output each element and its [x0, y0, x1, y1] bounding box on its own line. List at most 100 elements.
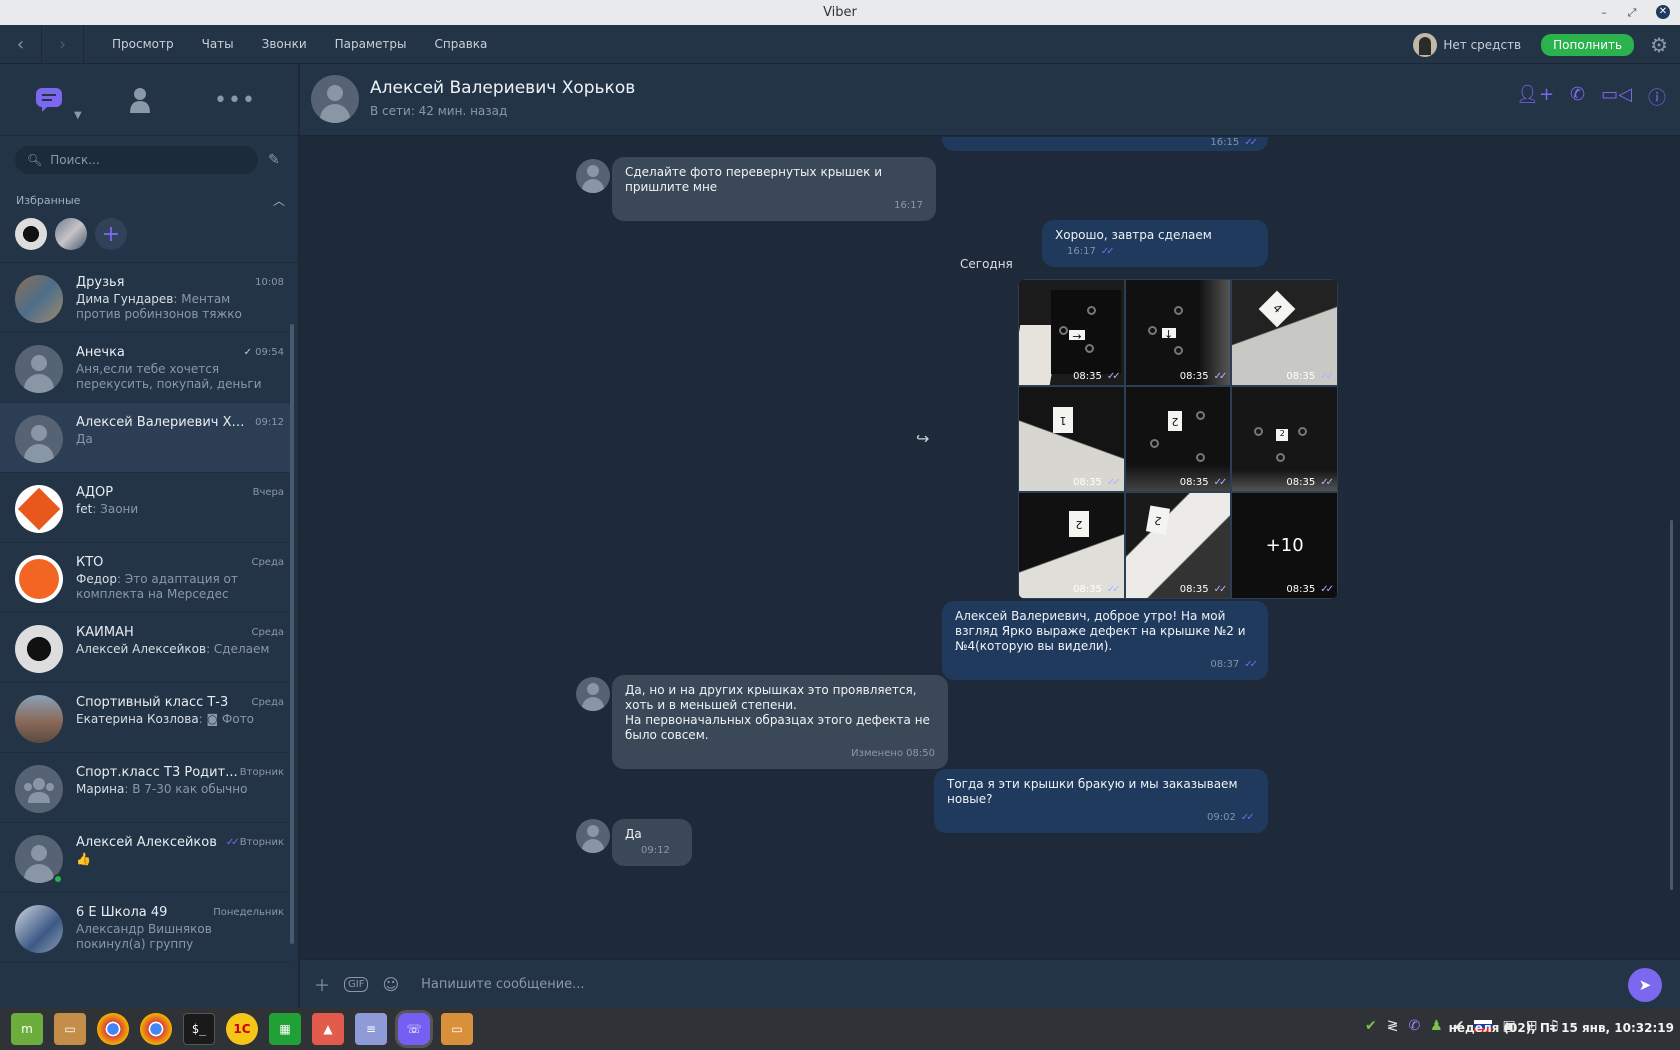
photo-thumbnail[interactable]: 2 08:35 ✓✓: [1125, 493, 1231, 598]
compose-icon[interactable]: ✎: [268, 152, 280, 168]
add-favorite-button[interactable]: +: [95, 218, 127, 250]
chat-item[interactable]: Спорт.класс Т3 Родит... Вторник Марина: …: [0, 753, 290, 823]
photo-thumbnail[interactable]: → 08:35 ✓✓: [1019, 280, 1124, 385]
chat-name: Спорт.класс Т3 Родит...: [76, 765, 238, 780]
menu-help[interactable]: Справка: [435, 37, 488, 51]
menu-chats[interactable]: Чаты: [202, 37, 234, 51]
spreadsheet-icon[interactable]: ▦: [269, 1013, 301, 1045]
video-call-icon[interactable]: ▭◁: [1601, 84, 1632, 110]
shield-icon[interactable]: ✔: [1365, 1018, 1377, 1034]
back-button[interactable]: ‹: [0, 24, 42, 64]
chrome-icon[interactable]: [97, 1013, 129, 1045]
message-meta: 09:02 ✓✓: [1207, 812, 1255, 823]
message-input[interactable]: [421, 976, 1522, 992]
menu-view[interactable]: Просмотр: [112, 37, 174, 51]
photo-thumbnail[interactable]: 2 08:35 ✓✓: [1019, 493, 1124, 598]
chat-time: Среда: [251, 627, 284, 638]
message-outgoing[interactable]: Хорошо, завтра сделаем 16:17 ✓✓: [1042, 220, 1268, 267]
forward-button[interactable]: ›: [42, 24, 84, 64]
tab-chats[interactable]: [32, 82, 66, 118]
topup-button[interactable]: Пополнить: [1541, 33, 1635, 56]
photo-thumbnail[interactable]: ↓ 08:35 ✓✓: [1125, 280, 1231, 385]
chat-item[interactable]: КАЙМАН Среда Алексей Алексейков: Сделаем: [0, 613, 290, 683]
chat-item[interactable]: КТО Среда Федор: Это адаптация от компле…: [0, 543, 290, 613]
file-manager-icon[interactable]: ▭: [54, 1013, 86, 1045]
chat-item[interactable]: Анечка ✓ 09:54 Аня,если тебе хочется пер…: [0, 333, 290, 403]
favorite-avatar[interactable]: [55, 218, 87, 250]
message-incoming[interactable]: Да, но и на других крышках это проявляет…: [612, 675, 948, 769]
gear-icon[interactable]: ⚙: [1650, 33, 1668, 57]
chat-item[interactable]: Друзья 10:08 Дима Гундарев: Ментам проти…: [0, 263, 290, 333]
1c-icon[interactable]: 1С: [226, 1013, 258, 1045]
photo-thumbnail[interactable]: 2 08:35 ✓✓: [1125, 386, 1231, 492]
favorite-avatar[interactable]: [15, 218, 47, 250]
chat-name: КТО: [76, 555, 104, 570]
sender-avatar[interactable]: [576, 677, 610, 711]
messages-scrollbar[interactable]: [1670, 520, 1673, 890]
message-outgoing[interactable]: Тогда я эти крышки бракую и мы заказывае…: [934, 769, 1268, 833]
sender-avatar[interactable]: [576, 819, 610, 853]
menu-calls[interactable]: Звонки: [262, 37, 307, 51]
message-outgoing[interactable]: Алексей Валериевич, доброе утро! На мой …: [942, 601, 1268, 680]
clock[interactable]: неделя (02), Пт 15 янв, 10:32:19: [1449, 1021, 1674, 1035]
message-incoming[interactable]: Сделайте фото перевернутых крышек и приш…: [612, 157, 936, 221]
info-icon[interactable]: ⓘ: [1648, 84, 1666, 110]
menu-settings[interactable]: Параметры: [335, 37, 407, 51]
contact-avatar[interactable]: [311, 75, 359, 123]
network-speed-icon[interactable]: ≷: [1387, 1018, 1399, 1034]
mint-menu-icon[interactable]: m: [11, 1013, 43, 1045]
chat-list-scrollbar[interactable]: [290, 324, 294, 944]
message-text: Да: [625, 827, 642, 841]
message-outgoing[interactable]: 16:15 ✓✓: [942, 137, 1268, 151]
chat-preview: Да: [76, 432, 93, 446]
message-incoming[interactable]: Да 09:12: [612, 819, 692, 866]
send-button[interactable]: ➤: [1628, 968, 1662, 1002]
search-input[interactable]: [50, 153, 241, 167]
folder-icon[interactable]: ▭: [441, 1013, 473, 1045]
update-icon[interactable]: ♟: [1430, 1018, 1443, 1034]
window-title: Viber: [823, 5, 857, 20]
phone-icon[interactable]: ✆: [1570, 84, 1585, 110]
contact-name[interactable]: Алексей Валериевич Хорьков: [370, 78, 635, 98]
message-time: Изменено 08:50: [851, 748, 935, 759]
viber-tray-icon[interactable]: ✆: [1408, 1018, 1420, 1034]
photo-thumbnail[interactable]: +10 08:35 ✓✓: [1232, 493, 1337, 598]
chat-item[interactable]: 6 Е Школа 49 Понедельник Александр Вишня…: [0, 893, 290, 963]
tab-contacts[interactable]: [126, 82, 154, 118]
caret-down-icon[interactable]: ▼: [74, 110, 82, 121]
double-check-icon: ✓✓: [1100, 246, 1115, 257]
plus-icon[interactable]: ＋: [314, 972, 330, 996]
share-icon[interactable]: ↪: [916, 429, 929, 448]
chat-item[interactable]: Алексей Алексейков ✓✓ Вторник 👍: [0, 823, 290, 893]
search-box[interactable]: 🔍︎: [15, 146, 258, 174]
photo-time: 08:35 ✓✓: [1286, 370, 1334, 382]
chat-item[interactable]: Спортивный класс Т-3 Среда Екатерина Коз…: [0, 683, 290, 753]
add-participant-icon[interactable]: 👤︎+: [1516, 84, 1554, 110]
minimize-icon[interactable]: –: [1592, 0, 1616, 25]
sticker-icon[interactable]: ☺: [382, 975, 399, 994]
chrome-icon[interactable]: [140, 1013, 172, 1045]
text-editor-icon[interactable]: ≡: [355, 1013, 387, 1045]
terminal-icon[interactable]: $_: [183, 1013, 215, 1045]
chat-item-active[interactable]: Алексей Валериевич Хо... 09:12 Да: [0, 403, 290, 473]
viber-icon[interactable]: ☏: [398, 1013, 430, 1045]
more-icon[interactable]: •••: [214, 82, 255, 118]
account-avatar[interactable]: [1413, 32, 1438, 57]
chat-item[interactable]: АДОР Вчера fet: Заони: [0, 473, 290, 543]
gif-icon[interactable]: GIF: [344, 976, 369, 992]
message-meta: 16:17 ✓✓: [1067, 246, 1115, 257]
chat-name: Друзья: [76, 275, 125, 290]
chat-name: КАЙМАН: [76, 625, 134, 640]
account-area: Нет средств Пополнить ⚙: [1413, 25, 1680, 64]
sender-avatar[interactable]: [576, 159, 610, 193]
photo-thumbnail[interactable]: 1 08:35 ✓✓: [1019, 386, 1124, 492]
chat-header: Алексей Валериевич Хорьков В сети: 42 ми…: [300, 64, 1680, 136]
photo-album[interactable]: → 08:35 ✓✓ ↓ 08:35 ✓✓ 4 08:35 ✓✓ 1 08:35 ✓✓ …: [1018, 279, 1338, 599]
photo-thumbnail[interactable]: 2 08:35 ✓✓: [1232, 386, 1337, 492]
chevron-up-icon[interactable]: ︿: [273, 192, 285, 209]
photo-thumbnail[interactable]: 4 08:35 ✓✓: [1232, 280, 1337, 385]
maximize-icon[interactable]: ⤢: [1620, 0, 1644, 25]
more-photos-count[interactable]: +10: [1232, 493, 1337, 598]
image-viewer-icon[interactable]: ▲: [312, 1013, 344, 1045]
close-icon[interactable]: ✕: [1656, 5, 1670, 19]
